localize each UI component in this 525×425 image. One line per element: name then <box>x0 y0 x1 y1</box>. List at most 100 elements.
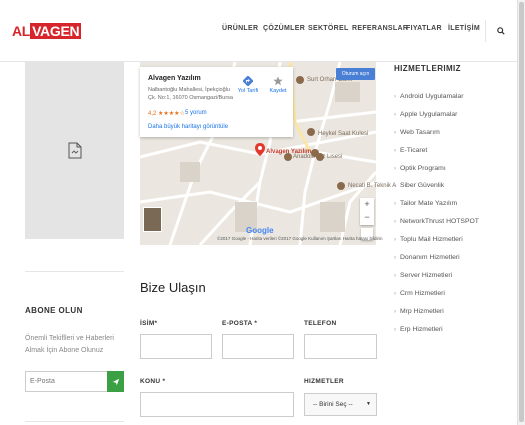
map-rating: 4,2 ★★★★☆ <box>148 111 185 117</box>
service-item[interactable]: › Server Hizmetleri <box>394 267 479 285</box>
services-select-value: -- Birini Seç -- <box>313 401 353 408</box>
page-scrollbar[interactable] <box>517 0 525 425</box>
google-logo: Google <box>246 226 274 235</box>
email-label: E-POSTA * <box>222 320 258 327</box>
service-item-label: Tailor Mate Yazılım <box>400 200 458 208</box>
map-save-button[interactable]: Kaydet <box>265 76 291 94</box>
directions-icon <box>243 76 253 86</box>
service-item[interactable]: › E-Ticaret <box>394 142 479 160</box>
service-item-label: NetworkThrust HOTSPOT <box>400 218 479 226</box>
map-pin-label: Alvagen Yazılım <box>266 149 312 155</box>
chevron-right-icon: › <box>394 326 396 333</box>
contact-title: Bize Ulaşın <box>140 280 206 295</box>
service-item[interactable]: › Mrp Hizmetleri <box>394 303 479 321</box>
chevron-right-icon: › <box>394 165 396 172</box>
nav-item-referanslar[interactable]: REFERANSLAR <box>352 25 408 32</box>
scrollbar-thumb[interactable] <box>519 2 524 422</box>
subscribe-text: Önemli Tekiflleri ve Haberleri Almak İçi… <box>25 335 114 354</box>
subject-label: KONU * <box>140 378 166 385</box>
email-input[interactable] <box>222 334 294 359</box>
map-reviews-link[interactable]: 5 yorum <box>185 110 207 116</box>
service-item[interactable]: › Crm Hizmetleri <box>394 285 479 303</box>
subscribe-title: ABONE OLUN <box>25 306 83 315</box>
service-item-label: Apple Uygulamalar <box>400 110 458 118</box>
service-item[interactable]: › Web Tasarım <box>394 124 479 142</box>
service-item[interactable]: › Android Uygulamalar <box>394 88 479 106</box>
service-item-label: E-Ticaret <box>400 146 428 154</box>
chevron-right-icon: › <box>394 237 396 244</box>
sidebar-image <box>25 62 124 239</box>
service-item-label: Server Hizmetleri <box>400 271 453 279</box>
poi-marker[interactable] <box>296 76 304 84</box>
nav-item-fiyatlar[interactable]: FIYATLAR <box>406 25 442 32</box>
chevron-right-icon: › <box>394 290 396 297</box>
search-button[interactable] <box>485 20 516 42</box>
service-item-label: Siber Güvenlik <box>400 182 445 190</box>
service-item-label: Mrp Hizmetleri <box>400 307 444 315</box>
chevron-down-icon: ▼ <box>366 401 371 407</box>
map-directions-button[interactable]: Yol Tarifi <box>235 76 261 94</box>
service-item-label: Web Tasarım <box>400 128 440 136</box>
chevron-right-icon: › <box>394 94 396 100</box>
location-pin-icon[interactable] <box>255 143 265 156</box>
chevron-right-icon: › <box>394 129 396 136</box>
broken-image-icon <box>68 142 81 159</box>
nav-item-sektorel[interactable]: SEKTÖREL <box>308 25 349 32</box>
star-icon <box>273 76 283 86</box>
service-item[interactable]: › Apple Uygulamalar <box>394 106 479 124</box>
logo-text-vagen: VAGEN <box>30 23 82 39</box>
chevron-right-icon: › <box>394 272 396 279</box>
poi-marker[interactable] <box>316 153 324 161</box>
chevron-right-icon: › <box>394 201 396 208</box>
service-item[interactable]: › Tailor Mate Yazılım <box>394 195 479 213</box>
service-item-label: Donanım Hizmetleri <box>400 254 460 262</box>
logo-text-al: AL <box>12 23 31 39</box>
subject-input[interactable] <box>140 392 294 417</box>
search-icon <box>497 27 505 35</box>
map-label: Necati B. Teknik A <box>348 183 397 189</box>
nav-item-urunler[interactable]: ÜRÜNLER <box>222 25 258 32</box>
services-label: HIZMETLER <box>304 378 344 385</box>
chevron-right-icon: › <box>394 147 396 154</box>
chevron-right-icon: › <box>394 111 396 118</box>
poi-marker[interactable] <box>337 182 345 190</box>
phone-input[interactable] <box>304 334 377 359</box>
nav-item-cozumler[interactable]: ÇÖZÜMLER <box>263 25 305 32</box>
subscribe-button[interactable] <box>107 371 124 392</box>
satellite-toggle[interactable] <box>143 207 162 232</box>
service-item[interactable]: › NetworkThrust HOTSPOT <box>394 213 479 231</box>
service-item[interactable]: › Toplu Mail Hizmetleri <box>394 231 479 249</box>
service-item[interactable]: › Erp Hizmetleri <box>394 321 479 339</box>
divider <box>25 271 124 272</box>
map-zoom-control[interactable]: + − <box>360 198 374 225</box>
chevron-right-icon: › <box>394 219 396 226</box>
poi-marker[interactable] <box>307 128 315 136</box>
map-info-card: Alvagen Yazılım Nalbantoğlu Mahallesi, İ… <box>140 67 293 137</box>
service-item[interactable]: › Siber Güvenlik <box>394 177 479 195</box>
map-save-label: Kaydet <box>269 88 287 94</box>
map-sign-in-button[interactable]: Oturum açın <box>336 68 375 80</box>
service-item[interactable]: › Optik Programı <box>394 160 479 178</box>
map-footer[interactable]: ©2017 Google - Harita verileri ©2017 Goo… <box>217 236 382 241</box>
nav-item-iletisim[interactable]: İLETİŞİM <box>448 25 480 32</box>
map-larger-link[interactable]: Daha büyük haritayı görüntüle <box>148 124 228 130</box>
name-label: İSİM* <box>140 320 158 327</box>
services-select[interactable]: -- Birini Seç -- ▼ <box>304 393 377 416</box>
subscribe-email-input[interactable] <box>25 371 107 392</box>
services-title: HIZMETLERIMIZ <box>394 64 461 73</box>
service-item-label: Crm Hizmetleri <box>400 289 445 297</box>
service-item-label: Erp Hizmetleri <box>400 325 443 333</box>
site-header: AL VAGEN ÜRÜNLER ÇÖZÜMLER SEKTÖREL REFERA… <box>0 0 525 62</box>
map-place-name: Alvagen Yazılım <box>148 75 201 82</box>
divider <box>25 421 124 422</box>
logo[interactable]: AL VAGEN <box>12 22 82 40</box>
map-label: Heykel Saat Kulesi <box>318 131 369 137</box>
services-list: › Android Uygulamalar › Apple Uygulamalar … <box>394 88 479 338</box>
service-item-label: Android Uygulamalar <box>400 93 464 100</box>
map-directions-label: Yol Tarifi <box>237 88 259 94</box>
phone-label: TELEFON <box>304 320 337 327</box>
chevron-right-icon: › <box>394 255 396 262</box>
map-place-address: Nalbantoğlu Mahallesi, İpekçioğlu Çk. No… <box>148 87 233 101</box>
name-input[interactable] <box>140 334 212 359</box>
service-item[interactable]: › Donanım Hizmetleri <box>394 249 479 267</box>
